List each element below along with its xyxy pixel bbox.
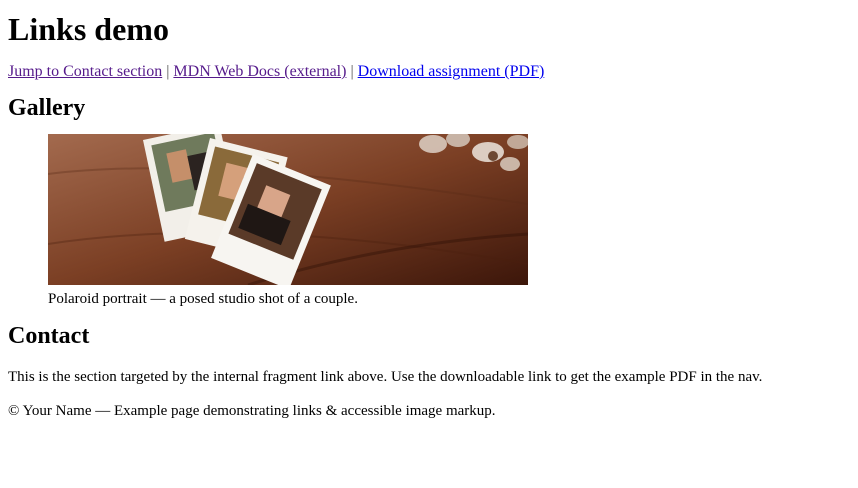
nav-separator: | — [166, 63, 170, 80]
contact-anchor-link[interactable]: Jump to Contact section — [8, 63, 162, 80]
gallery-figure: Polaroid portrait — a posed studio shot … — [48, 134, 810, 308]
footer-text: © Your Name — Example page demonstrating… — [8, 403, 496, 419]
photo-caption: Polaroid portrait — a posed studio shot … — [48, 291, 358, 307]
nav-separator: | — [350, 63, 354, 80]
contact-heading: Contact — [8, 323, 90, 349]
gallery-heading: Gallery — [8, 95, 86, 121]
nav-links: Jump to Contact section | MDN Web Docs (… — [8, 62, 850, 82]
polaroid-photo — [48, 134, 528, 285]
page-title: Links demo — [8, 11, 169, 47]
contact-body: This is the section targeted by the inte… — [8, 369, 763, 385]
mdn-external-link[interactable]: MDN Web Docs (external) — [173, 63, 346, 80]
page: Links demo Jump to Contact section | MDN… — [0, 10, 858, 420]
download-pdf-link[interactable]: Download assignment (PDF) — [358, 63, 545, 80]
